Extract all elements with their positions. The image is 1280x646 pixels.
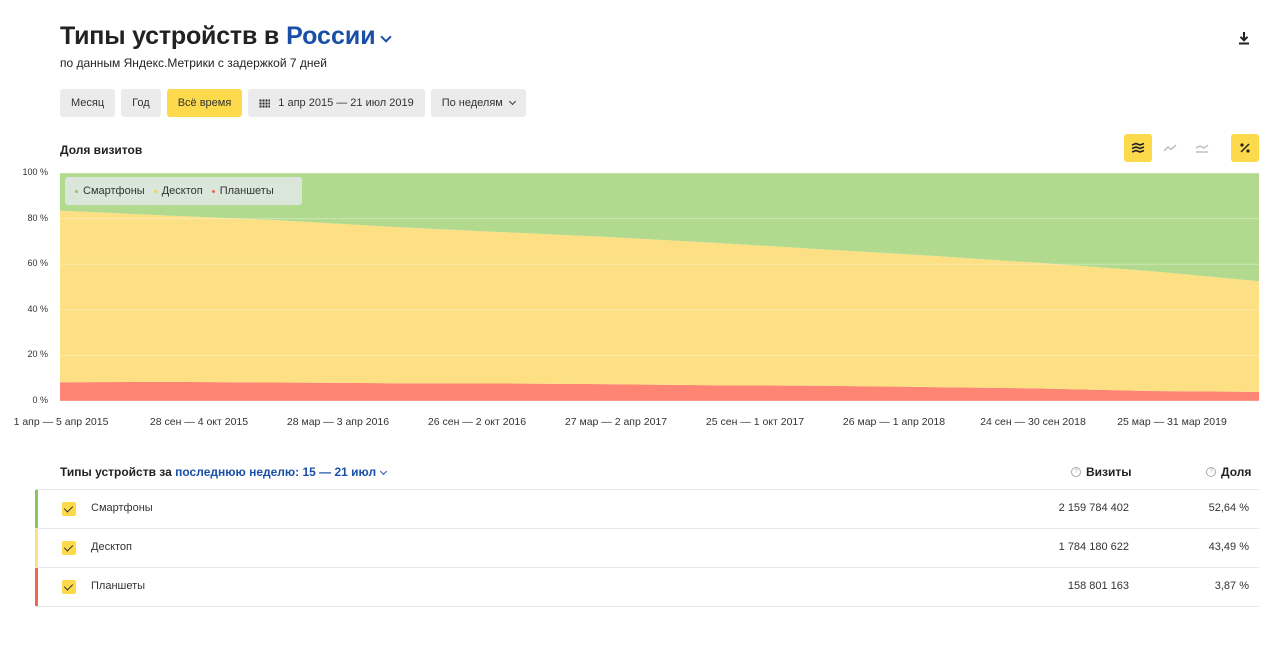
x-tick-label: 28 сен — 4 окт 2015: [149, 416, 249, 428]
period-label: последнюю неделю: 15 — 21 июл: [175, 465, 377, 479]
row-color-bar: [35, 529, 38, 567]
share-header-label: Доля: [1221, 465, 1252, 479]
y-tick-label: 40 %: [27, 303, 48, 314]
download-icon[interactable]: [1236, 30, 1252, 46]
x-tick-label: 24 сен — 30 сен 2018: [980, 416, 1086, 428]
x-tick-label: 25 сен — 1 окт 2017: [705, 416, 805, 428]
row-share: 52,64 %: [1208, 502, 1249, 514]
stacked-area-icon: [1131, 142, 1145, 153]
area-series-2: [60, 381, 1259, 401]
row-name: Смартфоны: [91, 502, 153, 514]
stacked-area-view-button[interactable]: [1124, 134, 1152, 162]
table-row-desktop: Десктоп 1 784 180 622 43,49 %: [35, 528, 1259, 567]
row-name: Десктоп: [91, 541, 132, 553]
row-color-bar: [35, 568, 38, 606]
x-tick-label: 1 апр — 5 апр 2015: [13, 416, 109, 428]
date-range-label: 1 апр 2015 — 21 июл 2019: [278, 97, 414, 109]
page-title: Типы устройств в: [60, 22, 280, 50]
x-tick-label: 27 мар — 2 апр 2017: [564, 416, 668, 428]
period-toolbar: Месяц Год Всё время 1 апр 2015 — 21 июл …: [60, 89, 526, 117]
legend-item-tablets[interactable]: Планшеты: [211, 185, 274, 197]
chart-legend: Смартфоны Десктоп Планшеты: [65, 177, 302, 205]
chevron-down-icon: [380, 467, 388, 476]
table-row-tablets: Планшеты 158 801 163 3,87 %: [35, 567, 1259, 606]
date-range-button[interactable]: 1 апр 2015 — 21 июл 2019: [248, 89, 425, 117]
chevron-down-icon: [379, 31, 392, 43]
legend-dot: [211, 189, 215, 193]
x-tick-label: 25 мар — 31 мар 2019: [1117, 416, 1227, 428]
legend-label: Десктоп: [161, 185, 203, 197]
grouping-label: По неделям: [441, 97, 503, 109]
row-visits: 2 159 784 402: [1058, 502, 1129, 514]
legend-label: Планшеты: [219, 185, 274, 197]
legend-label: Смартфоны: [83, 185, 145, 197]
percent-toggle-button[interactable]: [1231, 134, 1259, 162]
legend-dot: [153, 189, 157, 193]
legend-dot: [75, 189, 78, 193]
area-view-button[interactable]: [1188, 134, 1216, 162]
page-header: Типы устройств в России: [60, 22, 392, 51]
row-name: Планшеты: [91, 580, 146, 592]
legend-item-smartphones[interactable]: Смартфоны: [75, 185, 145, 197]
page-subtitle: по данным Яндекс.Метрики с задержкой 7 д…: [60, 56, 327, 70]
year-button[interactable]: Год: [121, 89, 161, 117]
line-chart-icon: [1163, 144, 1177, 152]
month-button[interactable]: Месяц: [60, 89, 116, 117]
line-view-button[interactable]: [1156, 134, 1184, 162]
table-heading-label: Типы устройств за: [60, 465, 172, 479]
x-tick-label: 28 мар — 3 апр 2016: [286, 416, 390, 428]
table-heading: Типы устройств за последнюю неделю: 15 —…: [60, 465, 388, 479]
percent-icon: [1240, 143, 1250, 153]
visits-column-header: ? Визиты: [1071, 465, 1132, 479]
visits-header-label: Визиты: [1086, 465, 1132, 479]
area-series-1: [60, 210, 1259, 392]
y-tick-label: 80 %: [27, 212, 48, 223]
y-tick-label: 20 %: [27, 349, 48, 360]
all-time-button[interactable]: Всё время: [166, 89, 243, 117]
y-tick-label: 60 %: [27, 258, 48, 269]
legend-item-desktop[interactable]: Десктоп: [153, 185, 203, 197]
row-checkbox[interactable]: [62, 502, 76, 516]
table-row-smartphones: Смартфоны 2 159 784 402 52,64 %: [35, 489, 1259, 528]
period-selector[interactable]: последнюю неделю: 15 — 21 июл: [175, 465, 388, 479]
row-share: 3,87 %: [1214, 580, 1249, 592]
share-column-header: ? Доля: [1206, 465, 1251, 479]
calendar-icon: [259, 98, 271, 108]
region-selector[interactable]: России: [286, 22, 392, 51]
grouping-dropdown[interactable]: По неделям: [430, 89, 526, 117]
x-tick-label: 26 мар — 1 апр 2018: [842, 416, 946, 428]
row-color-bar: [35, 490, 38, 528]
row-share: 43,49 %: [1208, 541, 1249, 553]
row-visits: 1 784 180 622: [1058, 541, 1129, 553]
row-checkbox[interactable]: [62, 541, 76, 555]
x-tick-label: 26 сен — 2 окт 2016: [427, 416, 527, 428]
row-checkbox[interactable]: [62, 580, 76, 594]
table-bottom-border: [35, 606, 1259, 607]
chart-title: Доля визитов: [60, 143, 143, 157]
chevron-down-icon: [508, 97, 516, 105]
region-label: России: [286, 22, 376, 50]
row-visits: 158 801 163: [1067, 580, 1129, 592]
help-icon[interactable]: ?: [1206, 467, 1216, 477]
y-tick-label: 100 %: [22, 167, 48, 177]
area-chart-icon: [1195, 144, 1209, 153]
help-icon[interactable]: ?: [1071, 467, 1081, 477]
y-tick-label: 0 %: [32, 395, 48, 405]
